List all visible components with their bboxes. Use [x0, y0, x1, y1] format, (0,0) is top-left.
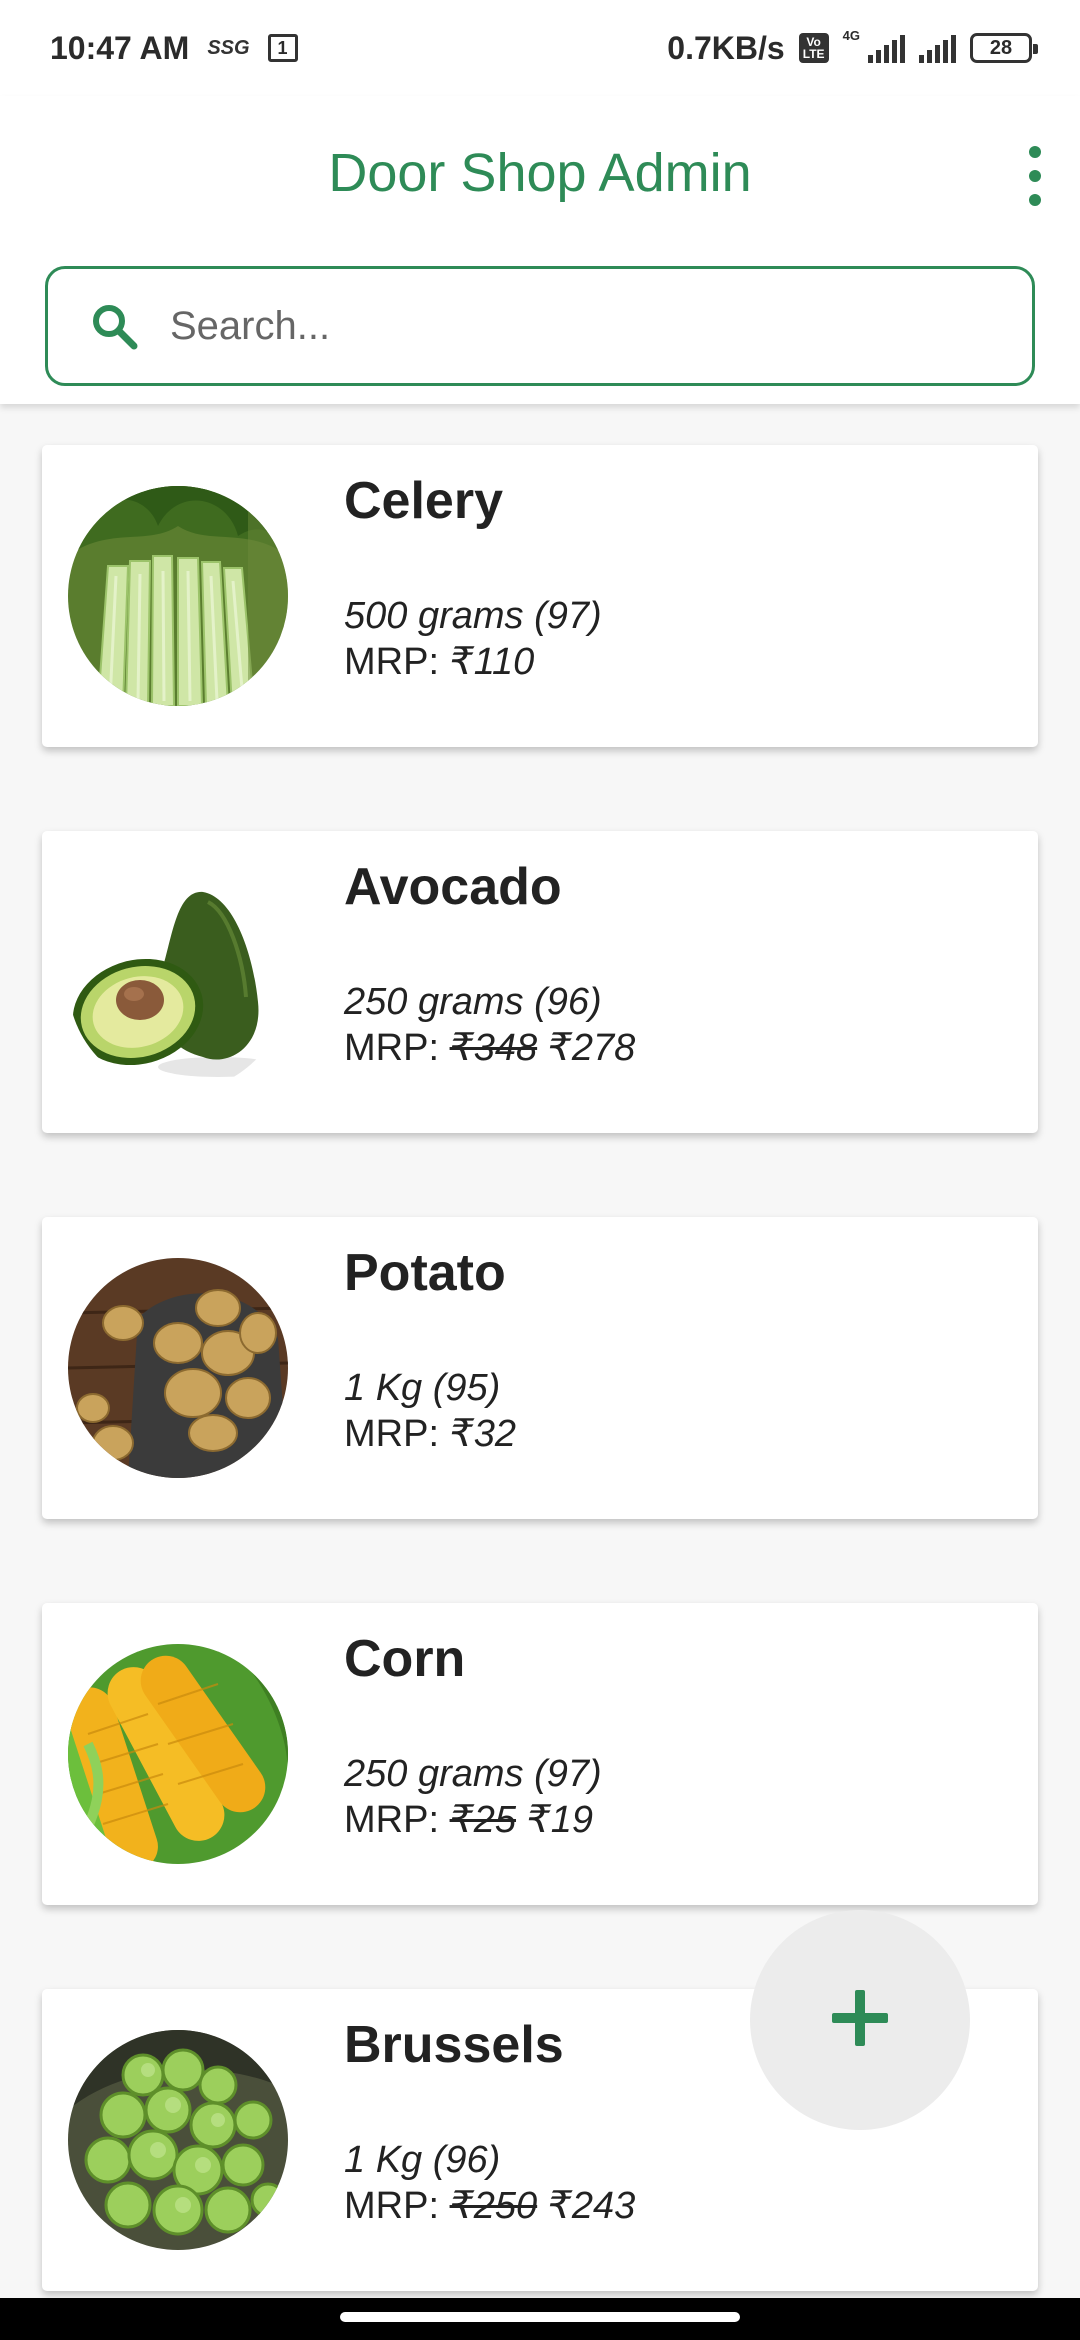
battery-icon: 28 — [970, 33, 1038, 63]
add-product-button[interactable] — [750, 1910, 970, 2130]
product-quantity: 1 Kg (96) — [344, 2139, 501, 2181]
product-price: MRP: ₹110 — [344, 639, 534, 684]
status-left: 10:47 AM SSG 1 — [50, 30, 298, 67]
product-price: MRP: ₹25 ₹19 — [344, 1797, 593, 1842]
network-type: 4G — [842, 27, 860, 43]
search-bar[interactable] — [45, 266, 1035, 386]
signal-icon-secondary — [919, 33, 956, 63]
product-name: Potato — [344, 1244, 506, 1302]
original-price: ₹348 — [449, 1027, 538, 1069]
plus-icon — [828, 1986, 892, 2055]
product-card-avocado[interactable]: Avocado 250 grams (96) MRP: ₹348 ₹278 — [42, 831, 1038, 1133]
signal-icon — [868, 33, 905, 63]
product-quantity: 250 grams (96) — [344, 981, 602, 1023]
mrp-label: MRP: — [344, 641, 439, 683]
avocado-image — [68, 872, 288, 1092]
current-price: ₹243 — [547, 2185, 636, 2227]
mrp-label: MRP: — [344, 1799, 439, 1841]
corn-image — [68, 1644, 288, 1864]
current-price: ₹278 — [547, 1027, 636, 1069]
app-root: 10:47 AM SSG 1 0.7KB/s Vo LTE 4G 28 Door… — [0, 0, 1080, 2340]
mrp-label: MRP: — [344, 1027, 439, 1069]
product-name: Corn — [344, 1630, 466, 1688]
product-card-celery[interactable]: Celery 500 grams (97) MRP: ₹110 — [42, 445, 1038, 747]
status-time: 10:47 AM — [50, 29, 190, 66]
product-name: Avocado — [344, 858, 562, 916]
celery-image — [68, 486, 288, 706]
carrier-tag: SSG — [207, 36, 250, 59]
mrp-label: MRP: — [344, 2185, 439, 2227]
home-indicator[interactable] — [340, 2312, 740, 2322]
status-right: 0.7KB/s Vo LTE 4G 28 — [667, 27, 1038, 67]
search-input[interactable] — [170, 303, 990, 349]
current-price: ₹19 — [526, 1799, 594, 1841]
product-card-potato[interactable]: Potato 1 Kg (95) MRP: ₹32 — [42, 1217, 1038, 1519]
product-price: MRP: ₹348 ₹278 — [344, 1025, 635, 1070]
app-header: Door Shop Admin — [0, 96, 1080, 404]
product-quantity: 1 Kg (95) — [344, 1367, 501, 1409]
product-quantity: 250 grams (97) — [344, 1753, 602, 1795]
notification-badge-icon: 1 — [267, 34, 298, 62]
search-icon — [86, 298, 142, 354]
system-nav-bar — [0, 2298, 1080, 2340]
page-title: Door Shop Admin — [328, 143, 752, 203]
product-name: Brussels — [344, 2016, 564, 2074]
current-price: ₹110 — [449, 641, 535, 683]
product-card-corn[interactable]: Corn 250 grams (97) MRP: ₹25 ₹19 — [42, 1603, 1038, 1905]
more-vert-icon[interactable] — [1020, 146, 1050, 206]
product-price: MRP: ₹32 — [344, 1411, 516, 1456]
original-price: ₹25 — [449, 1799, 517, 1841]
current-price: ₹32 — [449, 1413, 517, 1455]
network-speed: 0.7KB/s — [667, 29, 785, 66]
product-price: MRP: ₹250 ₹243 — [344, 2183, 635, 2228]
product-quantity: 500 grams (97) — [344, 595, 602, 637]
potato-image — [68, 1258, 288, 1478]
original-price: ₹250 — [449, 2185, 538, 2227]
product-name: Celery — [344, 472, 503, 530]
status-bar: 10:47 AM SSG 1 0.7KB/s Vo LTE 4G 28 — [0, 0, 1080, 96]
volte-icon: Vo LTE — [798, 33, 829, 63]
mrp-label: MRP: — [344, 1413, 439, 1455]
brussels-image — [68, 2030, 288, 2250]
